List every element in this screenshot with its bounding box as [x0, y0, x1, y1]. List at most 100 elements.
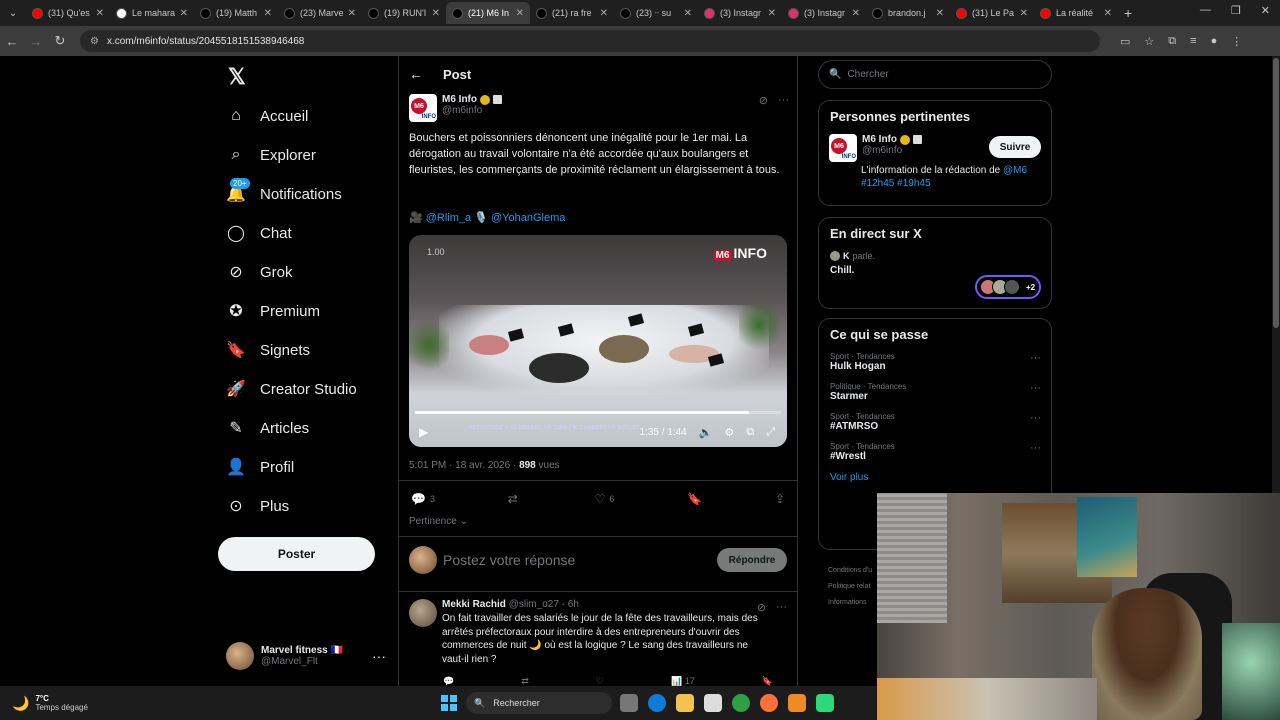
back-arrow-icon[interactable]: ← — [409, 66, 423, 82]
sidebar-item-profil[interactable]: 👤 Profil — [226, 452, 294, 482]
sidebar-item-chat[interactable]: ◯ Chat — [226, 218, 292, 248]
firefox-icon[interactable] — [760, 694, 778, 712]
sidebar-item-accueil[interactable]: ⌂ Accueil — [226, 101, 308, 131]
task-view-icon[interactable] — [620, 694, 638, 712]
site-info-icon[interactable]: ⚙ — [90, 36, 99, 47]
mention-link[interactable]: @Rlim_a — [426, 212, 471, 224]
vlc-icon[interactable] — [788, 694, 806, 712]
sidebar-item-creator-studio[interactable]: 🚀 Creator Studio — [226, 374, 357, 404]
reply-sort-dropdown[interactable]: Pertinence ⌄ — [409, 516, 468, 527]
browser-tab[interactable]: (21) ra fre ✕ — [530, 2, 614, 24]
post-button[interactable]: Poster — [218, 537, 375, 571]
profile-icon[interactable]: ● — [1211, 35, 1218, 48]
footer-link[interactable]: Politique relat — [828, 579, 872, 595]
grok-icon[interactable]: ⊘ — [759, 94, 768, 107]
close-tab-icon[interactable]: ✕ — [432, 8, 440, 19]
video-progress-bar[interactable] — [415, 411, 781, 414]
store-icon[interactable] — [704, 694, 722, 712]
browser-tab[interactable]: (31) Le Pa ✕ — [950, 2, 1034, 24]
search-input[interactable]: 🔍 Chercher — [818, 60, 1052, 89]
trend-item[interactable]: Sport · Tendances #ATMRSO ··· — [830, 412, 1051, 432]
tab-search-icon[interactable]: ⌄ — [4, 4, 22, 22]
obs-icon[interactable] — [816, 694, 834, 712]
taskbar-search[interactable]: 🔍 Rechercher — [466, 692, 612, 714]
video-player[interactable]: 1.00 M6 INFO REPORTAGE Y. GLEMAREC / R. L… — [409, 235, 787, 447]
account-switcher[interactable]: Marvel fitness 🇫🇷 @Marvel_Flt ··· — [226, 642, 386, 670]
play-icon[interactable]: ▶ — [419, 425, 428, 439]
scrollbar-thumb[interactable] — [1273, 58, 1279, 328]
more-icon[interactable]: ··· — [1030, 352, 1041, 364]
extensions-icon[interactable]: ⧉ — [1168, 35, 1176, 48]
close-tab-icon[interactable]: ✕ — [768, 8, 776, 19]
see-more-link[interactable]: Voir plus — [830, 472, 1051, 483]
chrome-icon[interactable] — [732, 694, 750, 712]
trend-item[interactable]: Politique · Tendances Starmer ··· — [830, 382, 1051, 402]
reply-input[interactable]: Postez votre réponse — [443, 552, 575, 568]
more-icon[interactable]: ··· — [778, 94, 789, 107]
browser-tab[interactable]: (3) Instagr ✕ — [698, 2, 782, 24]
address-bar[interactable]: ⚙ x.com/m6info/status/204551815153894646… — [80, 30, 1100, 52]
live-participants[interactable]: +2 — [975, 275, 1041, 299]
sidebar-item-premium[interactable]: ✪ Premium — [226, 296, 320, 326]
close-tab-icon[interactable]: ✕ — [684, 8, 692, 19]
relevant-person[interactable]: M6 INFO M6 Info @m6info Suivre — [829, 134, 1051, 162]
repost-button[interactable]: ⇄ — [508, 492, 522, 506]
sidebar-item-explorer[interactable]: ⌕ Explorer — [226, 140, 316, 170]
more-icon[interactable]: ··· — [1030, 382, 1041, 394]
cast-icon[interactable]: ▭ — [1120, 35, 1130, 48]
more-icon[interactable]: ··· — [1030, 442, 1041, 454]
fullscreen-icon[interactable]: ⤢ — [766, 426, 775, 439]
close-tab-icon[interactable]: ✕ — [936, 8, 944, 19]
avatar[interactable] — [409, 599, 437, 627]
browser-tab[interactable]: La réalité ✕ — [1034, 2, 1118, 24]
close-tab-icon[interactable]: ✕ — [1104, 8, 1112, 19]
share-button[interactable]: ⇪ — [775, 492, 785, 506]
reply-author-handle[interactable]: @slim_o27 · 6h — [509, 599, 579, 610]
bookmark-button[interactable]: 🔖 — [687, 492, 702, 506]
close-tab-icon[interactable]: ✕ — [516, 8, 524, 19]
browser-menu-icon[interactable]: ⋮ — [1231, 35, 1242, 48]
more-icon[interactable]: ··· — [1030, 412, 1041, 424]
bookmark-star-icon[interactable]: ☆ — [1144, 35, 1154, 48]
close-tab-icon[interactable]: ✕ — [348, 8, 356, 19]
follow-button[interactable]: Suivre — [989, 136, 1041, 158]
close-window-icon[interactable]: ✕ — [1261, 4, 1270, 17]
volume-icon[interactable]: 🔈 — [699, 426, 713, 439]
close-tab-icon[interactable]: ✕ — [264, 8, 272, 19]
sidebar-item-signets[interactable]: 🔖 Signets — [226, 335, 310, 365]
post-timestamp[interactable]: 5:01 PM · 18 avr. 2026 · — [409, 460, 519, 471]
media-icon[interactable]: ≡ — [1190, 35, 1196, 48]
browser-tab[interactable]: (31) Qu'es ✕ — [26, 2, 110, 24]
weather-widget[interactable]: 🌙 7°C Temps dégagé — [12, 694, 88, 712]
more-icon[interactable]: ··· — [776, 601, 787, 614]
close-tab-icon[interactable]: ✕ — [96, 8, 104, 19]
pip-icon[interactable]: ⧉ — [746, 426, 754, 439]
reply-submit-button[interactable]: Répondre — [717, 548, 787, 572]
footer-link[interactable]: Informations — [828, 595, 872, 611]
sidebar-item-articles[interactable]: ✎ Articles — [226, 413, 309, 443]
close-tab-icon[interactable]: ✕ — [852, 8, 860, 19]
close-tab-icon[interactable]: ✕ — [1020, 8, 1028, 19]
sidebar-item-grok[interactable]: ⊘ Grok — [226, 257, 292, 287]
sidebar-item-notifications[interactable]: 🔔 20+ Notifications — [226, 178, 342, 209]
trend-item[interactable]: Sport · Tendances #Wrestl ··· — [830, 442, 1051, 462]
author-avatar[interactable]: M6 INFO — [409, 94, 437, 122]
edge-icon[interactable] — [648, 694, 666, 712]
author-handle[interactable]: @m6info — [442, 105, 502, 116]
forward-icon[interactable]: → — [24, 34, 48, 49]
reload-icon[interactable]: ↻ — [48, 33, 72, 49]
back-icon[interactable]: ← — [0, 34, 24, 49]
windows-start-icon[interactable] — [441, 695, 457, 711]
restore-icon[interactable]: ❐ — [1231, 4, 1241, 17]
browser-tab[interactable]: (23) ᐧᐧ su ✕ — [614, 2, 698, 24]
trend-item[interactable]: Sport · Tendances Hulk Hogan ··· — [830, 352, 1051, 372]
close-tab-icon[interactable]: ✕ — [180, 8, 188, 19]
file-explorer-icon[interactable] — [676, 694, 694, 712]
settings-icon[interactable]: ⚙ — [724, 426, 734, 439]
person-handle[interactable]: @m6info — [862, 145, 922, 156]
new-tab-button[interactable]: + — [1124, 5, 1132, 21]
more-icon[interactable]: ··· — [372, 648, 386, 664]
author-name[interactable]: M6 Info — [442, 94, 477, 105]
footer-link[interactable]: Conditions d'u — [828, 563, 872, 579]
grok-icon[interactable]: ⊘ — [757, 601, 766, 614]
